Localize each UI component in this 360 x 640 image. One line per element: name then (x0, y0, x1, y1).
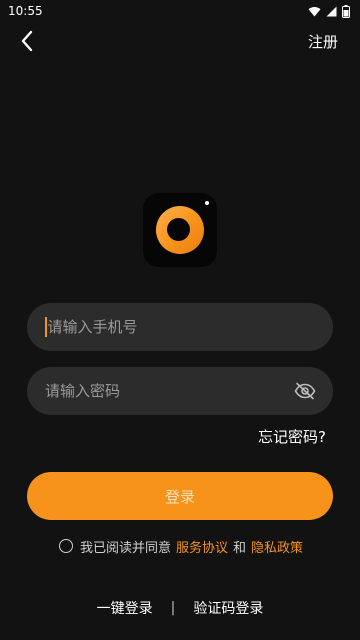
service-agreement-link[interactable]: 服务协议 (176, 537, 228, 556)
privacy-policy-link[interactable]: 隐私政策 (251, 537, 303, 556)
signal-icon (326, 6, 337, 16)
agreement-row: 我已阅读并同意 服务协议 和 隐私政策 (59, 536, 303, 556)
logo-dot (205, 201, 209, 205)
ring-logo-icon (156, 206, 204, 254)
login-button[interactable]: 登录 (27, 472, 333, 520)
battery-icon (342, 4, 350, 18)
status-time: 10:55 (8, 4, 43, 18)
toggle-password-visibility-button[interactable] (293, 379, 317, 403)
app-logo (143, 193, 217, 267)
wifi-icon (308, 6, 321, 16)
agreement-conjunction: 和 (233, 540, 247, 556)
chevron-left-icon (21, 30, 33, 52)
agreement-checkbox[interactable] (59, 539, 73, 553)
status-bar: 10:55 (0, 0, 360, 22)
eye-off-icon (294, 382, 316, 400)
password-field[interactable] (27, 367, 333, 415)
text-cursor (45, 317, 47, 337)
alternative-login-options: 一键登录 | 验证码登录 (0, 598, 360, 618)
forgot-password-link[interactable]: 忘记密码? (258, 426, 326, 447)
separator: | (170, 600, 176, 616)
agreement-prefix: 我已阅读并同意 (80, 540, 172, 556)
one-click-login-link[interactable]: 一键登录 (97, 598, 153, 618)
code-login-link[interactable]: 验证码登录 (193, 598, 263, 618)
status-icons (308, 4, 350, 18)
password-input[interactable] (45, 382, 293, 400)
register-link[interactable]: 注册 (308, 31, 338, 52)
phone-field[interactable] (27, 303, 333, 351)
nav-bar: 注册 (0, 26, 360, 56)
phone-input[interactable] (47, 318, 317, 336)
back-button[interactable] (14, 28, 40, 54)
